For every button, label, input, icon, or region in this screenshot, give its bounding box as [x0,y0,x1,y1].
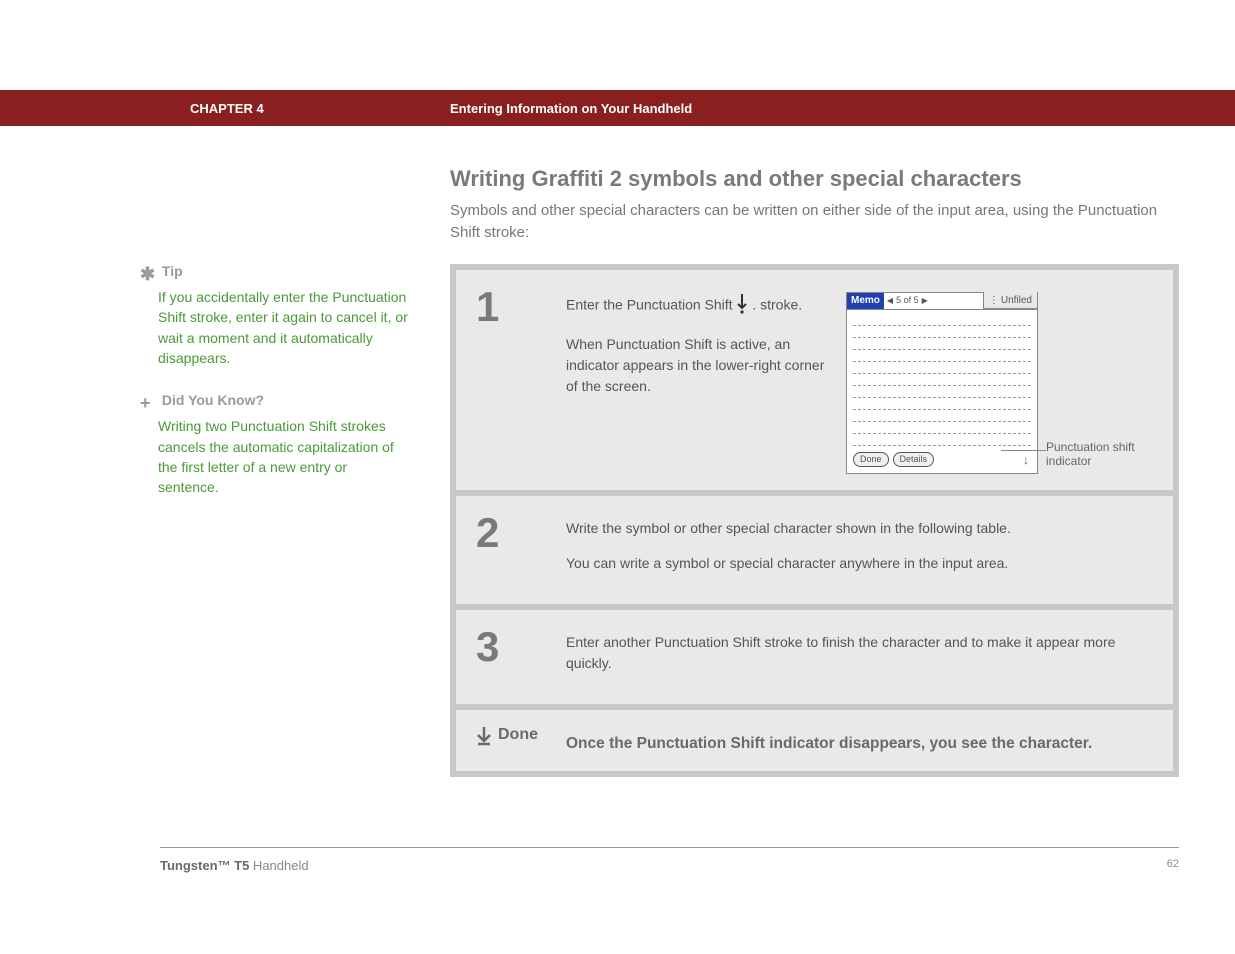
step-body: Write the symbol or other special charac… [566,512,1153,588]
palm-category-dropdown[interactable]: ⋮ Unfiled [983,292,1037,309]
step1-line1: Enter the Punctuation Shift . stroke. [566,292,826,320]
palm-writing-area[interactable] [847,310,1037,448]
palm-app-name: Memo [847,293,884,309]
dyk-heading: Did You Know? [162,392,264,408]
section-title: Writing Graffiti 2 symbols and other spe… [450,166,1179,192]
plus-icon: + [140,390,158,416]
step-number: 3 [476,626,566,688]
content-column: Writing Graffiti 2 symbols and other spe… [450,166,1179,777]
callout-leader-line [1001,450,1046,451]
callout-label: Punctuation shift indicator [1046,440,1166,469]
product-name: Tungsten™ T5 Handheld [160,858,309,873]
palm-details-button[interactable]: Details [893,452,935,468]
triangle-right-icon[interactable]: ▶ [922,295,928,307]
step-body: Enter the Punctuation Shift . stroke. [566,286,1153,474]
step-1: 1 Enter the Punctuation Shift [456,270,1173,490]
palm-button-row: Done Details ↓ [847,448,1037,473]
step-2: 2 Write the symbol or other special char… [456,496,1173,604]
chapter-label: CHAPTER 4 [190,101,450,116]
sidebar: ✱ Tip If you accidentally enter the Punc… [140,166,450,777]
palm-screen: Memo ◀ 5 of 5 ▶ ⋮ Unfile [846,292,1038,474]
step-number: 1 [476,286,566,474]
dyk-body: Writing two Punctuation Shift strokes ca… [158,416,410,497]
palm-done-button[interactable]: Done [853,452,889,468]
done-label: Done [498,726,538,744]
asterisk-icon: ✱ [140,261,158,287]
dropdown-dots-icon: ⋮ [989,293,998,308]
step2-line2: You can write a symbol or special charac… [566,553,1153,574]
palm-screenshot: Memo ◀ 5 of 5 ▶ ⋮ Unfile [846,292,1153,474]
step-3: 3 Enter another Punctuation Shift stroke… [456,610,1173,704]
done-text: Once the Punctuation Shift indicator dis… [566,726,1153,755]
palm-record-count: 5 of 5 [896,294,919,308]
palm-nav: ◀ 5 of 5 ▶ [884,294,931,308]
step3-line1: Enter another Punctuation Shift stroke t… [566,632,1153,674]
step2-line1: Write the symbol or other special charac… [566,518,1153,539]
done-arrow-icon [476,726,492,752]
tip-block: ✱ Tip If you accidentally enter the Punc… [140,261,410,368]
step-body: Enter another Punctuation Shift stroke t… [566,626,1153,688]
chapter-title: Entering Information on Your Handheld [450,101,692,116]
step-done: Done Once the Punctuation Shift indicato… [456,710,1173,771]
page-number: 62 [1167,858,1179,873]
tip-heading: Tip [162,263,183,279]
dyk-block: + Did You Know? Writing two Punctuation … [140,390,410,497]
palm-titlebar: Memo ◀ 5 of 5 ▶ ⋮ Unfile [847,293,1037,310]
triangle-left-icon[interactable]: ◀ [887,295,893,307]
punctuation-shift-stroke-icon [736,292,748,320]
steps-container: 1 Enter the Punctuation Shift [450,264,1179,777]
step1-line2: When Punctuation Shift is active, an ind… [566,334,826,397]
punctuation-shift-indicator-icon: ↓ [1023,451,1031,469]
tip-body: If you accidentally enter the Punctuatio… [158,287,410,368]
step-number: 2 [476,512,566,588]
section-intro: Symbols and other special characters can… [450,200,1179,244]
chapter-header: CHAPTER 4 Entering Information on Your H… [0,90,1235,126]
page-footer: Tungsten™ T5 Handheld 62 [160,847,1179,903]
main-content: ✱ Tip If you accidentally enter the Punc… [0,126,1235,777]
